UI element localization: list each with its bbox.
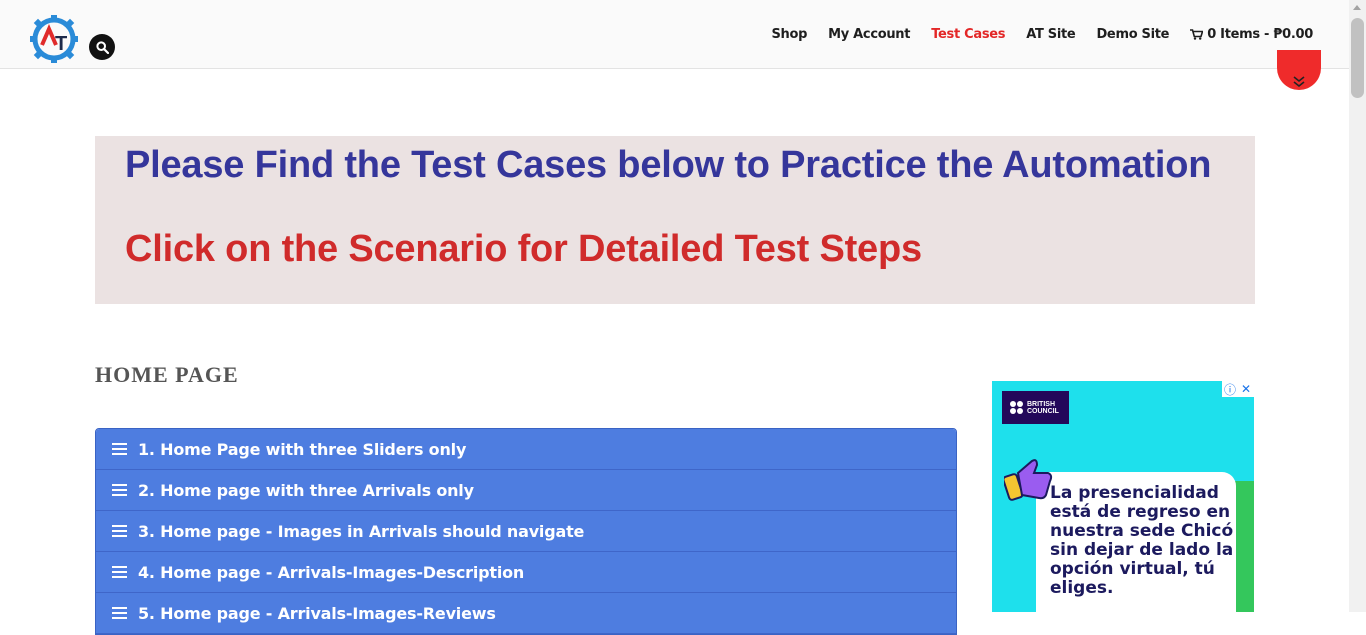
banner-subheading: Click on the Scenario for Detailed Test … — [125, 228, 922, 270]
nav-my-account[interactable]: My Account — [828, 27, 910, 42]
accordion-item[interactable]: 5. Home page - Arrivals-Images-Reviews — [96, 593, 956, 634]
ad-brand: BRITISH COUNCIL — [1027, 400, 1059, 415]
accordion-item-label: 1. Home Page with three Sliders only — [138, 439, 467, 459]
cart-icon — [1190, 29, 1204, 40]
nav-demo-site[interactable]: Demo Site — [1096, 27, 1169, 42]
scroll-up-arrow[interactable] — [1353, 5, 1361, 10]
british-council-logo: BRITISH COUNCIL — [1002, 391, 1069, 424]
ad-info-icon[interactable]: ⓘ — [1222, 381, 1238, 397]
menu-bars-icon — [112, 566, 127, 578]
svg-text:T: T — [55, 33, 67, 55]
ad-text: La presencialidad está de regreso en nue… — [1050, 483, 1234, 598]
banner-heading: Please Find the Test Cases below to Prac… — [125, 144, 1212, 186]
accordion-item[interactable]: 4. Home page - Arrivals-Images-Descripti… — [96, 552, 956, 593]
accordion-item-label: 5. Home page - Arrivals-Images-Reviews — [138, 603, 496, 623]
search-icon — [95, 40, 109, 54]
nav-at-site[interactable]: AT Site — [1026, 27, 1076, 42]
site-logo[interactable]: T — [28, 13, 80, 65]
accordion-item-label: 3. Home page - Images in Arrivals should… — [138, 521, 585, 541]
double-chevron-down-icon — [1293, 76, 1305, 88]
test-case-accordion: 1. Home Page with three Sliders only 2. … — [95, 428, 957, 635]
menu-bars-icon — [112, 525, 127, 537]
search-button[interactable] — [89, 34, 115, 60]
thumbs-up-icon — [1004, 459, 1053, 501]
site-header: T Shop My Account Test Cases AT Site Dem… — [0, 0, 1349, 69]
cart-summary: 0 Items - ₱0.00 — [1207, 27, 1313, 42]
menu-bars-icon — [112, 484, 127, 496]
ad-controls: ⓘ ✕ — [1222, 381, 1254, 397]
scroll-down-button[interactable] — [1277, 50, 1321, 90]
advertisement[interactable]: ⓘ ✕ BRITISH COUNCIL La presencialidad es… — [992, 381, 1254, 612]
nav-shop[interactable]: Shop — [771, 27, 807, 42]
cart-link[interactable]: 0 Items - ₱0.00 — [1190, 27, 1313, 42]
ad-close-icon[interactable]: ✕ — [1238, 381, 1254, 397]
menu-bars-icon — [112, 607, 127, 619]
main-nav: Shop My Account Test Cases AT Site Demo … — [771, 27, 1313, 42]
accordion-item[interactable]: 2. Home page with three Arrivals only — [96, 470, 956, 511]
scrollbar-thumb[interactable] — [1351, 18, 1364, 98]
accordion-item[interactable]: 3. Home page - Images in Arrivals should… — [96, 511, 956, 552]
accordion-item-label: 4. Home page - Arrivals-Images-Descripti… — [138, 562, 525, 582]
accordion-item-label: 2. Home page with three Arrivals only — [138, 480, 474, 500]
intro-banner: Please Find the Test Cases below to Prac… — [95, 136, 1255, 304]
menu-bars-icon — [112, 443, 127, 455]
accordion-item[interactable]: 1. Home Page with three Sliders only — [96, 429, 956, 470]
section-title: HOME PAGE — [95, 362, 239, 387]
nav-test-cases[interactable]: Test Cases — [931, 27, 1005, 42]
